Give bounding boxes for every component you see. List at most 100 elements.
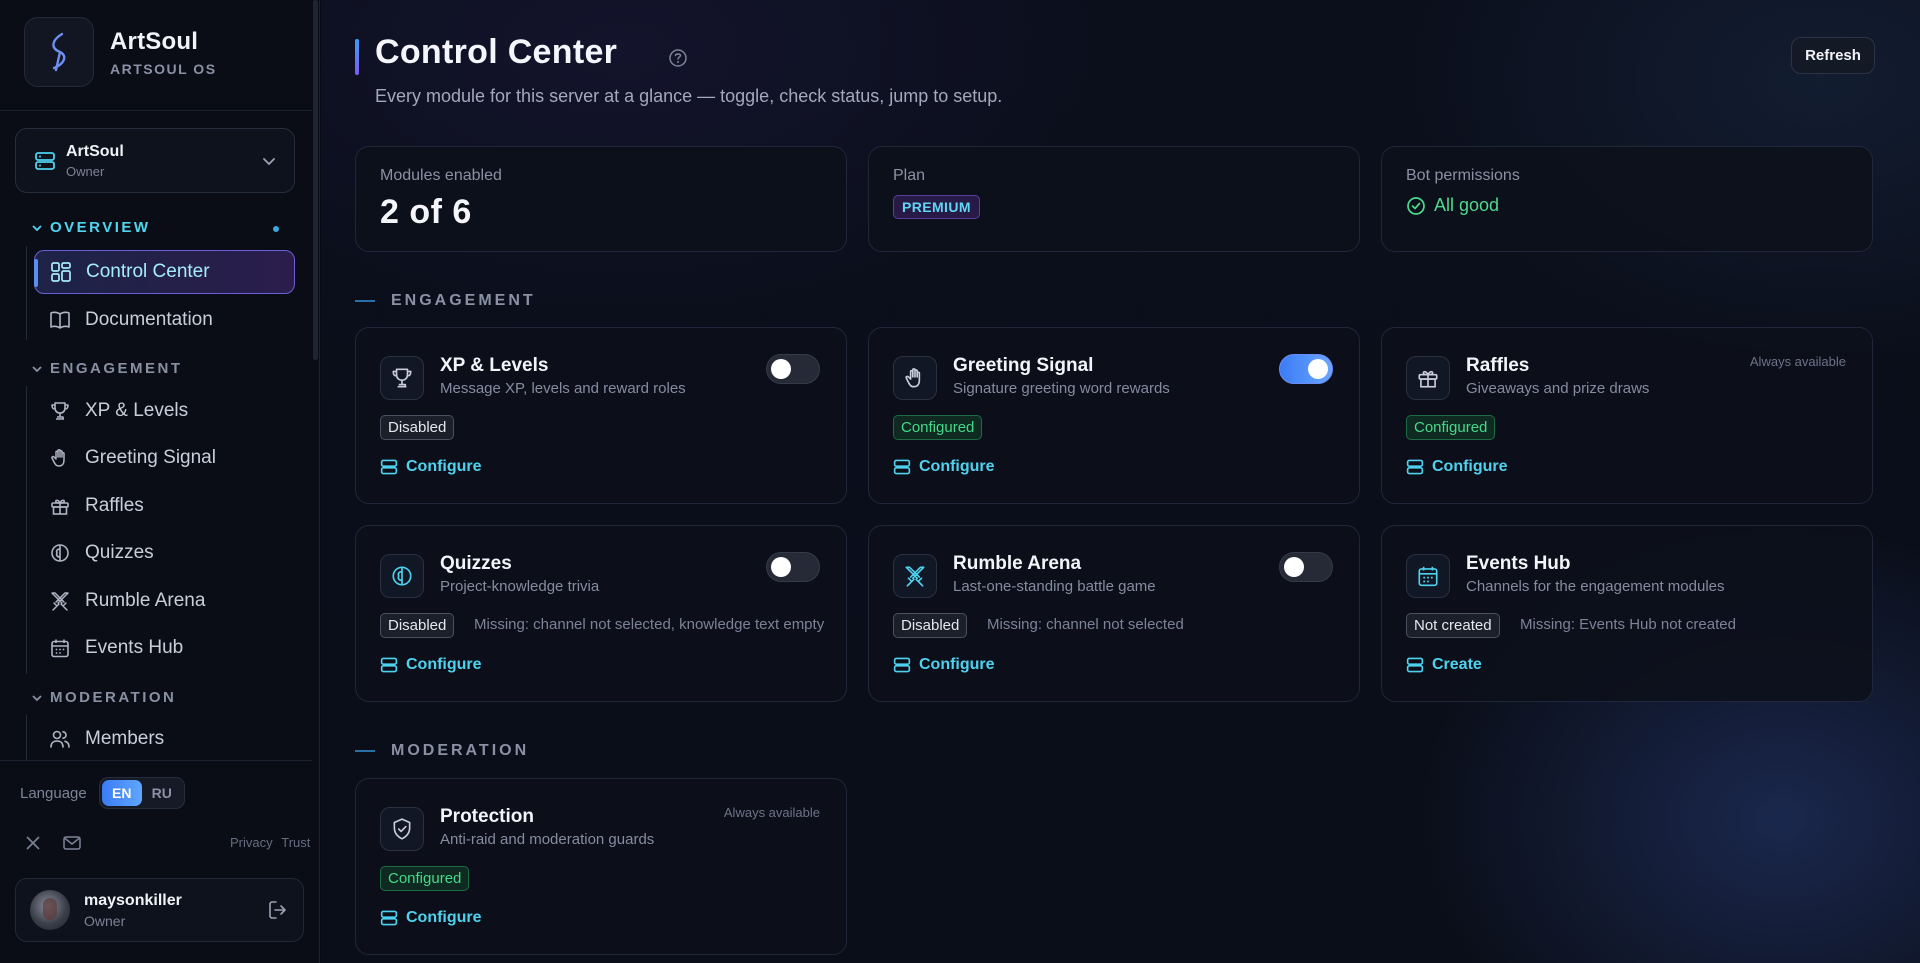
section-overview[interactable]: OVERVIEW bbox=[32, 219, 151, 236]
sidebar-item-label: Greeting Signal bbox=[85, 447, 216, 468]
server-role: Owner bbox=[66, 163, 105, 179]
sidebar-item-members[interactable]: Members bbox=[34, 718, 295, 760]
sidebar-item-control-center[interactable]: Control Center bbox=[34, 250, 295, 294]
stat-label: Bot permissions bbox=[1406, 167, 1520, 184]
language-option-en[interactable]: EN bbox=[101, 780, 142, 806]
module-card-greeting-signal: Greeting Signal Signature greeting word … bbox=[868, 327, 1360, 504]
module-description: Message XP, levels and reward roles bbox=[440, 380, 686, 397]
chevron-down-icon bbox=[32, 365, 42, 372]
module-toggle[interactable] bbox=[766, 354, 820, 384]
create-label: Create bbox=[1432, 656, 1482, 673]
grid-icon bbox=[51, 262, 71, 282]
sidebar-item-label: Documentation bbox=[85, 309, 213, 330]
server-selector[interactable]: ArtSoul Owner bbox=[15, 128, 295, 193]
group-heading-moderation: MODERATION bbox=[355, 742, 529, 760]
sidebar-item-quizzes[interactable]: Quizzes bbox=[34, 531, 295, 575]
availability-note: Always available bbox=[1749, 354, 1846, 369]
module-description: Signature greeting word rewards bbox=[953, 380, 1170, 397]
sidebar-item-documentation[interactable]: Documentation bbox=[34, 298, 295, 342]
sidebar-item-label: Raffles bbox=[85, 495, 144, 516]
user-card[interactable]: maysonkiller Owner bbox=[15, 878, 304, 942]
module-toggle[interactable] bbox=[766, 552, 820, 582]
stat-value: 2 of 6 bbox=[380, 193, 472, 231]
group-dash bbox=[355, 750, 375, 752]
nav-guide-line bbox=[26, 246, 27, 340]
stat-bot-permissions: Bot permissions All good bbox=[1381, 146, 1873, 252]
sidebar-item-label: Rumble Arena bbox=[85, 590, 206, 611]
server-icon bbox=[35, 151, 55, 170]
configure-button[interactable]: Configure bbox=[380, 909, 482, 927]
language-option-ru[interactable]: RU bbox=[142, 780, 182, 806]
module-title: Protection bbox=[440, 806, 534, 827]
swords-icon bbox=[893, 554, 937, 598]
create-button[interactable]: Create bbox=[1406, 656, 1482, 674]
language-toggle: EN RU bbox=[98, 777, 185, 809]
nav-guide-line bbox=[26, 386, 27, 674]
missing-requirements: Missing: Events Hub not created bbox=[1520, 616, 1736, 633]
configure-button[interactable]: Configure bbox=[893, 656, 995, 674]
trust-link[interactable]: Trust bbox=[281, 835, 310, 850]
main-content: Control Center Every module for this ser… bbox=[321, 0, 1920, 963]
logout-icon[interactable] bbox=[267, 899, 289, 921]
refresh-button[interactable]: Refresh bbox=[1791, 37, 1875, 74]
section-moderation[interactable]: MODERATION bbox=[32, 689, 176, 706]
module-toggle[interactable] bbox=[1279, 354, 1333, 384]
trophy-icon bbox=[51, 402, 69, 420]
stat-modules-enabled: Modules enabled 2 of 6 bbox=[355, 146, 847, 252]
section-engagement[interactable]: ENGAGEMENT bbox=[32, 360, 183, 377]
sidebar-item-label: Quizzes bbox=[85, 542, 154, 563]
sidebar-item-events-hub[interactable]: Events Hub bbox=[34, 626, 295, 670]
sidebar-item-rumble-arena[interactable]: Rumble Arena bbox=[34, 579, 295, 623]
module-description: Giveaways and prize draws bbox=[1466, 380, 1650, 397]
configure-button[interactable]: Configure bbox=[380, 458, 482, 476]
configure-label: Configure bbox=[919, 656, 995, 673]
sidebar-item-raffles[interactable]: Raffles bbox=[34, 484, 295, 528]
module-description: Project-knowledge trivia bbox=[440, 578, 600, 595]
module-title: Greeting Signal bbox=[953, 355, 1094, 376]
group-label: ENGAGEMENT bbox=[391, 292, 536, 309]
status-dot bbox=[273, 226, 279, 232]
server-icon bbox=[380, 459, 398, 475]
gift-icon bbox=[1406, 356, 1450, 400]
configure-label: Configure bbox=[919, 458, 995, 475]
module-card-quizzes: Quizzes Project-knowledge trivia Disable… bbox=[355, 525, 847, 702]
stat-label: Modules enabled bbox=[380, 167, 502, 184]
module-title: XP & Levels bbox=[440, 355, 549, 376]
module-description: Channels for the engagement modules bbox=[1466, 578, 1725, 595]
swords-icon bbox=[51, 592, 69, 611]
x-twitter-icon[interactable] bbox=[22, 832, 44, 854]
sidebar-scrollbar[interactable] bbox=[313, 0, 318, 360]
configure-button[interactable]: Configure bbox=[380, 656, 482, 674]
configure-label: Configure bbox=[406, 656, 482, 673]
status-badge: Configured bbox=[380, 866, 470, 891]
sidebar-item-xp-levels[interactable]: XP & Levels bbox=[34, 389, 295, 433]
group-dash bbox=[355, 300, 375, 302]
chevron-down-icon bbox=[263, 157, 275, 165]
section-label: MODERATION bbox=[50, 689, 177, 706]
sidebar-item-label: Control Center bbox=[86, 261, 210, 282]
status-badge: Disabled bbox=[380, 415, 455, 440]
stat-label: Plan bbox=[893, 167, 926, 184]
privacy-link[interactable]: Privacy bbox=[230, 835, 273, 850]
server-icon bbox=[380, 657, 398, 673]
module-toggle[interactable] bbox=[1279, 552, 1333, 582]
hand-icon bbox=[51, 449, 65, 467]
module-title: Rumble Arena bbox=[953, 553, 1082, 574]
chevron-down-icon bbox=[32, 224, 42, 231]
divider bbox=[0, 110, 312, 111]
help-icon[interactable] bbox=[668, 48, 688, 68]
sidebar-item-greeting-signal[interactable]: Greeting Signal bbox=[34, 436, 295, 480]
server-icon bbox=[1406, 657, 1424, 673]
language-switcher: Language EN RU bbox=[20, 777, 185, 809]
chevron-down-icon bbox=[32, 694, 42, 701]
mail-icon[interactable] bbox=[61, 832, 83, 854]
module-card-xp-levels: XP & Levels Message XP, levels and rewar… bbox=[355, 327, 847, 504]
configure-button[interactable]: Configure bbox=[1406, 458, 1508, 476]
group-heading-engagement: ENGAGEMENT bbox=[355, 292, 536, 310]
configure-label: Configure bbox=[406, 458, 482, 475]
brand[interactable]: ArtSoul ARTSOUL OS bbox=[24, 17, 217, 87]
module-card-events-hub: Events Hub Channels for the engagement m… bbox=[1381, 525, 1873, 702]
plan-badge: PREMIUM bbox=[893, 195, 980, 219]
configure-button[interactable]: Configure bbox=[893, 458, 995, 476]
user-role: Owner bbox=[84, 912, 126, 929]
